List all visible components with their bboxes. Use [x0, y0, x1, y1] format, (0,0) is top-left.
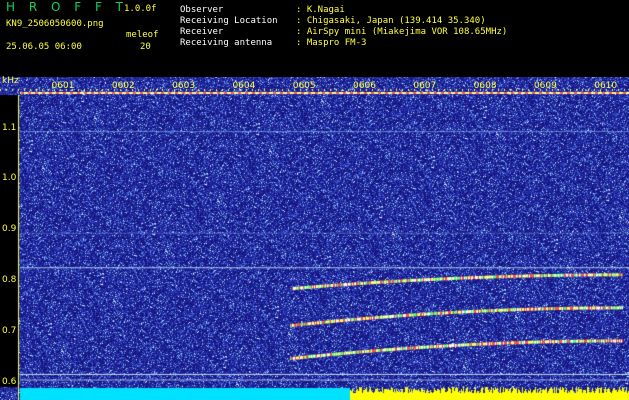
- filename-label: KN9_2506050600.png: [6, 19, 104, 29]
- x-tick-label: 0602: [111, 81, 135, 91]
- location-label: Receiving Location: [180, 16, 278, 26]
- x-tick-label: 0610: [594, 81, 618, 91]
- y-tick-label: 1.0: [2, 173, 17, 184]
- y-tick-label: 0.9: [2, 224, 17, 235]
- observer-value: : K.Nagai: [296, 5, 345, 15]
- app-logo: H R O F F T: [6, 0, 129, 14]
- antenna-label: Receiving antenna: [180, 38, 273, 48]
- y-tick-label: 0.7: [2, 325, 17, 336]
- shower-value-label: 20: [140, 42, 151, 52]
- x-tick-label: 0604: [232, 81, 256, 91]
- y-axis-unit: kHz: [2, 76, 19, 86]
- location-value: : Chigasaki, Japan (139.414 35.340): [296, 16, 486, 26]
- x-tick-label: 0608: [473, 81, 497, 91]
- x-tick-label: 0607: [413, 81, 437, 91]
- x-tick-label: 0601: [51, 81, 75, 91]
- spectrogram-plot: [0, 77, 629, 400]
- x-tick-label: 0606: [353, 81, 376, 91]
- y-tick-label: 0.8: [2, 274, 17, 285]
- shower-code-label: meleof: [126, 30, 159, 40]
- x-tick-label: 0609: [533, 81, 557, 91]
- version-label: 1.0.0f: [124, 4, 157, 14]
- receiver-label: Receiver: [180, 27, 224, 37]
- receiver-value: : AirSpy mini (Miakejima VOR 108.65MHz): [296, 27, 508, 37]
- observer-label: Observer: [180, 5, 224, 15]
- y-tick-label: 1.1: [2, 122, 17, 133]
- datetime-label: 25.06.05 06:00: [6, 42, 82, 52]
- x-tick-label: 0605: [292, 81, 316, 91]
- y-tick-label: 0.6: [2, 376, 17, 387]
- x-tick-label: 0603: [172, 81, 196, 91]
- antenna-value: : Maspro FM-3: [296, 38, 367, 48]
